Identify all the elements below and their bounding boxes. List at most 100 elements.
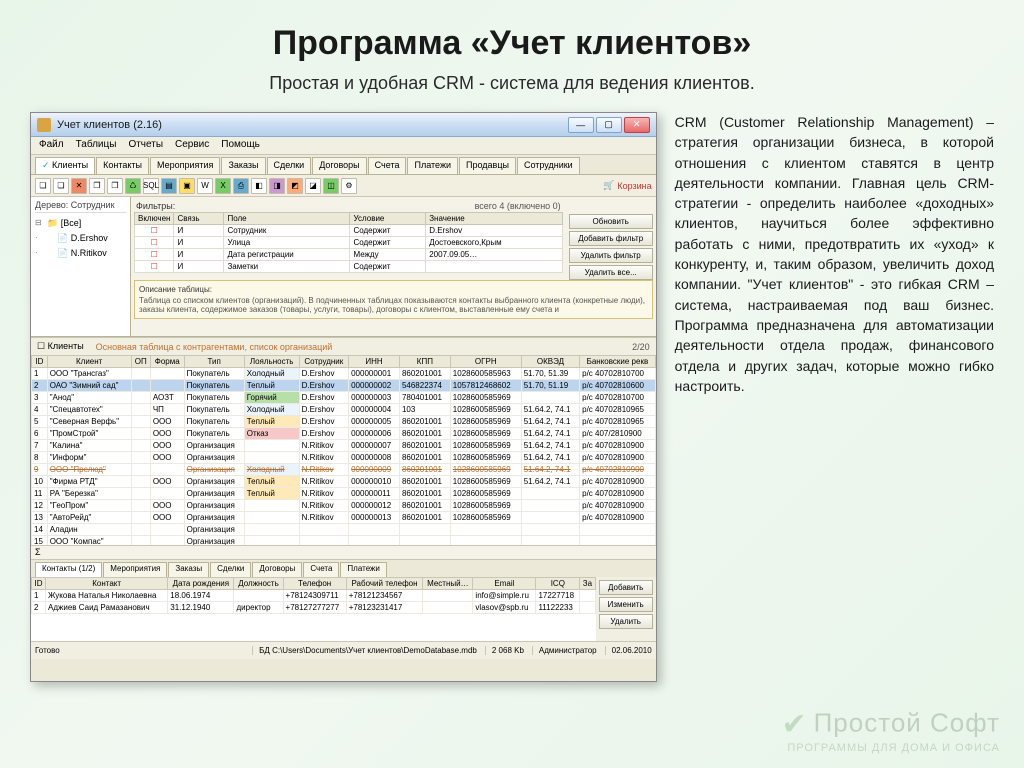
- slide-subtitle: Простая и удобная CRM - система для веде…: [0, 73, 1024, 94]
- table-row[interactable]: 1ООО "Трансгаз"ПокупательХолодныйD.Ersho…: [32, 368, 656, 380]
- subtab-contracts[interactable]: Договоры: [252, 562, 302, 577]
- titlebar: Учет клиентов (2.16) — ▢ ✕: [31, 113, 656, 137]
- delete-contact-button[interactable]: Удалить: [599, 614, 653, 629]
- tab-clients[interactable]: Клиенты: [35, 157, 95, 174]
- status-size: 2 068 Kb: [485, 646, 524, 655]
- subtab-invoices[interactable]: Счета: [303, 562, 339, 577]
- table-row[interactable]: 14АладинОрганизация: [32, 524, 656, 536]
- tool-icon[interactable]: ✕: [71, 178, 87, 194]
- tab-payments[interactable]: Платежи: [407, 157, 458, 174]
- tab-deals[interactable]: Сделки: [267, 157, 312, 174]
- tool-icon[interactable]: ▣: [179, 178, 195, 194]
- table-description: Описание таблицы: Таблица со списком кли…: [134, 280, 653, 319]
- tool-icon[interactable]: SQL: [143, 178, 159, 194]
- table-row[interactable]: 1Жукова Наталья Николаевна18.06.1974+781…: [32, 590, 596, 602]
- table-row[interactable]: 10"Фирма РТД"ООООрганизацияТеплыйN.Ritik…: [32, 476, 656, 488]
- tree-pane: Дерево: Сотрудник 📁 [Все] 📄 D.Ershov 📄 N…: [31, 197, 131, 336]
- table-row[interactable]: 7"Калина"ООООрганизацияN.Ritikov00000000…: [32, 440, 656, 452]
- tree-node[interactable]: 📄 D.Ershov: [35, 231, 126, 246]
- app-icon: [37, 118, 51, 132]
- tool-icon[interactable]: ⚙: [341, 178, 357, 194]
- tool-icon[interactable]: ◨: [269, 178, 285, 194]
- cart-link[interactable]: 🛒 Корзина: [603, 180, 652, 191]
- refresh-button[interactable]: Обновить: [569, 214, 653, 229]
- tool-icon[interactable]: ◪: [305, 178, 321, 194]
- subtab-payments[interactable]: Платежи: [340, 562, 386, 577]
- tab-contracts[interactable]: Договоры: [312, 157, 366, 174]
- status-db: БД C:\Users\Documents\Учет клиентов\Demo…: [252, 646, 477, 655]
- table-row[interactable]: 15ООО "Компас"Организация: [32, 536, 656, 546]
- table-row[interactable]: 4"Спецавтотех"ЧППокупательХолодныйD.Ersh…: [32, 404, 656, 416]
- tool-icon[interactable]: ◩: [287, 178, 303, 194]
- tab-invoices[interactable]: Счета: [368, 157, 407, 174]
- table-row[interactable]: 6"ПромСтрой"ОООПокупательОтказD.Ershov00…: [32, 428, 656, 440]
- tab-employees[interactable]: Сотрудники: [517, 157, 580, 174]
- tab-orders[interactable]: Заказы: [221, 157, 265, 174]
- clients-grid[interactable]: IDКлиентОПФормаТипЛояльностьСотрудникИНН…: [31, 355, 656, 545]
- tab-contacts[interactable]: Контакты: [96, 157, 149, 174]
- clients-counter: 2/20: [632, 342, 650, 352]
- table-row[interactable]: 12"ГеоПром"ООООрганизацияN.Ritikov000000…: [32, 500, 656, 512]
- tab-events[interactable]: Мероприятия: [150, 157, 220, 174]
- status-user: Администратор: [532, 646, 597, 655]
- description-text: CRM (Customer Relationship Management) –…: [675, 112, 994, 682]
- tree-node[interactable]: 📄 N.Ritikov: [35, 246, 126, 261]
- maximize-button[interactable]: ▢: [596, 117, 622, 133]
- remove-all-button[interactable]: Удалить все...: [569, 265, 653, 280]
- tool-icon[interactable]: ❐: [89, 178, 105, 194]
- table-row[interactable]: 3"Анод"АОЗТПокупательГорячийD.Ershov0000…: [32, 392, 656, 404]
- contacts-grid[interactable]: IDКонтактДата рожденияДолжностьТелефонРа…: [31, 577, 596, 641]
- menu-service[interactable]: Сервис: [175, 139, 209, 154]
- slide-title: Программа «Учет клиентов»: [0, 0, 1024, 63]
- check-icon: ✔: [781, 707, 807, 742]
- tool-icon[interactable]: ⎙: [233, 178, 249, 194]
- menu-file[interactable]: Файл: [39, 139, 64, 154]
- menu-help[interactable]: Помощь: [221, 139, 260, 154]
- tool-icon[interactable]: ♺: [125, 178, 141, 194]
- subtab-contacts[interactable]: Контакты (1/2): [35, 562, 102, 577]
- tool-icon[interactable]: ❏: [35, 178, 51, 194]
- table-row[interactable]: 2Аджиев Саид Рамазанович31.12.1940директ…: [32, 602, 596, 614]
- status-ready: Готово: [35, 646, 60, 655]
- table-row[interactable]: 11РА "Березка"ОрганизацияТеплыйN.Ritikov…: [32, 488, 656, 500]
- sum-row: Σ: [31, 545, 656, 559]
- subtab-deals[interactable]: Сделки: [210, 562, 251, 577]
- edit-contact-button[interactable]: Изменить: [599, 597, 653, 612]
- add-contact-button[interactable]: Добавить: [599, 580, 653, 595]
- statusbar: Готово БД C:\Users\Documents\Учет клиент…: [31, 641, 656, 659]
- tool-icon[interactable]: ◫: [323, 178, 339, 194]
- clients-subtitle: Основная таблица с контрагентами, список…: [96, 342, 632, 352]
- add-filter-button[interactable]: Добавить фильтр: [569, 231, 653, 246]
- subtab-events[interactable]: Мероприятия: [103, 562, 167, 577]
- minimize-button[interactable]: —: [568, 117, 594, 133]
- tree-root[interactable]: 📁 [Все]: [35, 216, 126, 231]
- filters-count: всего 4 (включено 0): [185, 201, 560, 211]
- clients-label: ☐ Клиенты: [37, 341, 84, 352]
- tree-header: Дерево: Сотрудник: [35, 200, 126, 213]
- sub-tabs: Контакты (1/2) Мероприятия Заказы Сделки…: [31, 559, 656, 577]
- menu-tables[interactable]: Таблицы: [76, 139, 117, 154]
- table-row[interactable]: 13"АвтоРейд"ООООрганизацияN.Ritikov00000…: [32, 512, 656, 524]
- filters-label: Фильтры:: [136, 201, 175, 211]
- status-date: 02.06.2010: [605, 646, 652, 655]
- table-row[interactable]: 2ОАО "Зимний сад"ПокупательТеплыйD.Ersho…: [32, 380, 656, 392]
- toolbar: ❏ ❏ ✕ ❐ ❐ ♺ SQL ▤ ▣ W X ⎙ ◧ ◨ ◩ ◪ ◫ ⚙ 🛒 …: [31, 175, 656, 197]
- filter-table[interactable]: ВключенСвязь ПолеУсловие Значение ☐ИСотр…: [134, 212, 563, 273]
- tab-sellers[interactable]: Продавцы: [459, 157, 516, 174]
- tool-icon[interactable]: ◧: [251, 178, 267, 194]
- tool-icon[interactable]: W: [197, 178, 213, 194]
- table-row[interactable]: 5"Северная Верфь"ОООПокупательТеплыйD.Er…: [32, 416, 656, 428]
- table-row[interactable]: 8"Информ"ООООрганизацияN.Ritikov00000000…: [32, 452, 656, 464]
- tool-icon[interactable]: ▤: [161, 178, 177, 194]
- close-button[interactable]: ✕: [624, 117, 650, 133]
- tool-icon[interactable]: X: [215, 178, 231, 194]
- subtab-orders[interactable]: Заказы: [168, 562, 209, 577]
- main-tabs: Клиенты Контакты Мероприятия Заказы Сдел…: [31, 155, 656, 175]
- tool-icon[interactable]: ❏: [53, 178, 69, 194]
- app-window: Учет клиентов (2.16) — ▢ ✕ Файл Таблицы …: [30, 112, 657, 682]
- remove-filter-button[interactable]: Удалить фильтр: [569, 248, 653, 263]
- menu-reports[interactable]: Отчеты: [128, 139, 163, 154]
- tool-icon[interactable]: ❐: [107, 178, 123, 194]
- filter-pane: Фильтры: всего 4 (включено 0) ВключенСвя…: [131, 197, 656, 336]
- table-row[interactable]: 9ООО "Прелюд"ОрганизацияХолодныйN.Ritiko…: [32, 464, 656, 476]
